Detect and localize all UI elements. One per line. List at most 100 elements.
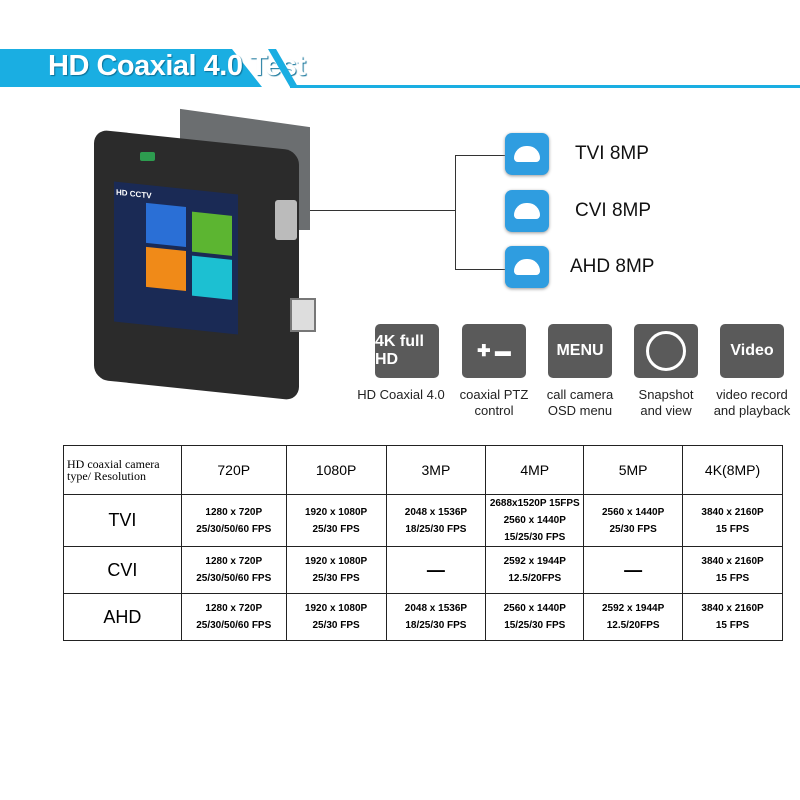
screen-title: HD CCTV <box>116 187 152 201</box>
feature-label-line: Snapshot <box>638 387 694 402</box>
feature-label: video record and playback <box>707 387 797 419</box>
cell-line: 1280 x 720P <box>205 603 263 614</box>
ethernet-port <box>290 298 316 332</box>
cell-line: 25/30/50/60 FPS <box>196 573 272 584</box>
icon-text: MENU <box>556 342 604 359</box>
cell-line: 2688x1520P 15FPS <box>489 498 580 509</box>
feature-label-line: and view <box>640 403 692 418</box>
icon-text: 4K full HD <box>375 333 424 368</box>
cell-line: 2560 x 1440P 15/25/30 FPS <box>503 515 566 543</box>
bullet-camera-icon <box>505 133 549 175</box>
table-row: CVI 1280 x 720P 25/30/50/60 FPS 1920 x 1080… <box>63 546 783 594</box>
screen-tile-ipcamera <box>146 202 186 248</box>
cell-line: 2560 x 1440P <box>601 506 665 518</box>
resolution-table: HD coaxial camera type/ Resolution 720P … <box>63 445 783 641</box>
cell-line: 12.5/20FPS <box>508 573 562 584</box>
table-cell: 1280 x 720P 25/30/50/60 FPS <box>180 494 287 547</box>
camera-type-label: AHD 8MP <box>570 256 655 277</box>
cell-line: 3840 x 2160P <box>701 603 764 614</box>
screen-tile-apps <box>146 246 186 292</box>
table-cell: 1920 x 1080P 25/30 FPS <box>285 494 387 547</box>
cell-line: 1280 x 720P <box>205 556 263 567</box>
column-header: 5MP <box>583 445 684 495</box>
icon-text: Video <box>730 342 774 359</box>
cell-line: 15 FPS <box>715 573 750 584</box>
banner-underline <box>290 85 800 88</box>
cell-line: 25/30 FPS <box>312 573 360 584</box>
cell-line: 25/30/50/60 FPS <box>196 620 272 631</box>
bnc-connector <box>275 200 297 240</box>
camera-type-label: TVI 8MP <box>575 143 649 164</box>
device-screen: HD CCTV <box>114 181 238 335</box>
table-row: TVI 1280 x 720P 25/30/50/60 FPS 1920 x 1080… <box>63 494 783 547</box>
column-header: 3MP <box>385 445 487 495</box>
table-cell: 1920 x 1080P 25/30 FPS <box>285 546 387 594</box>
cell-line: 2592 x 1944P <box>503 556 566 567</box>
cell-line: 15 FPS <box>715 523 750 535</box>
column-header: 4MP <box>485 445 585 495</box>
feature-label-line: call camera <box>546 387 614 402</box>
cell-line: 1920 x 1080P <box>304 506 368 518</box>
video-icon: Video <box>720 324 784 378</box>
table-cell: 2560 x 1440P 25/30 FPS <box>583 494 684 547</box>
row-header: CVI <box>63 546 182 594</box>
feature-label: coaxial PTZ control <box>449 387 539 419</box>
feature-label-line: and playback <box>713 403 791 418</box>
cell-line: 1920 x 1080P <box>304 603 368 614</box>
feature-label-line: coaxial PTZ <box>459 387 529 402</box>
cell-line: 1920 x 1080P <box>304 556 368 567</box>
connector-line <box>310 210 456 211</box>
column-header: 720P <box>180 445 287 495</box>
cell-line: — <box>426 559 445 580</box>
feature-label-line: video record <box>716 387 788 402</box>
cell-line: 25/30/50/60 FPS <box>196 523 272 535</box>
dome-camera-icon <box>505 190 549 232</box>
row-header: AHD <box>63 593 182 641</box>
camera-type-label: CVI 8MP <box>575 200 652 221</box>
cell-line: 2048 x 1536P <box>404 506 468 518</box>
table-cell: 1920 x 1080P 25/30 FPS <box>285 593 387 641</box>
power-button <box>140 152 155 161</box>
cell-line: 15 FPS <box>715 620 750 631</box>
cell-line: 2048 x 1536P <box>404 603 468 614</box>
bracket-line <box>455 155 506 270</box>
table-cell: 2560 x 1440P 15/25/30 FPS <box>485 593 585 641</box>
feature-label: HD Coaxial 4.0 <box>356 387 446 403</box>
snapshot-icon <box>634 324 698 378</box>
cell-line: 18/25/30 FPS <box>405 523 467 535</box>
cell-line: 25/30 FPS <box>312 620 360 631</box>
column-header: 1080P <box>285 445 387 495</box>
table-cell: 3840 x 2160P 15 FPS <box>682 494 783 547</box>
cell-line: 15/25/30 FPS <box>504 620 566 631</box>
table-cell: 1280 x 720P 25/30/50/60 FPS <box>180 546 287 594</box>
cell-line: 12.5/20FPS <box>606 620 660 631</box>
table-cell: — <box>385 546 487 594</box>
feature-label-line: HD Coaxial 4.0 <box>357 387 445 402</box>
table-cell: 3840 x 2160P 15 FPS <box>682 546 783 594</box>
cell-line: — <box>624 559 643 580</box>
screen-tile-cvbs <box>192 211 232 256</box>
cell-line: 2592 x 1944P <box>601 603 665 614</box>
cell-line: 1280 x 720P <box>205 506 263 518</box>
cell-line: 18/25/30 FPS <box>405 620 467 631</box>
cell-line: 25/30 FPS <box>609 523 657 535</box>
table-cell: 3840 x 2160P 15 FPS <box>682 593 783 641</box>
table-cell: — <box>583 546 684 594</box>
menu-icon: MENU <box>548 324 612 378</box>
table-cell: 2688x1520P 15FPS 2560 x 1440P 15/25/30 FP… <box>485 494 585 547</box>
cell-line: 3840 x 2160P <box>701 506 764 518</box>
cell-line: 3840 x 2160P <box>701 556 764 567</box>
table-cell: 2592 x 1944P 12.5/20FPS <box>583 593 684 641</box>
table-cell: 2048 x 1536P 18/25/30 FPS <box>385 593 487 641</box>
cell-line: 25/30 FPS <box>312 523 360 535</box>
4k-hd-icon: 4K full HD <box>375 324 439 378</box>
screen-tile-myapps <box>192 255 232 300</box>
feature-label: call camera OSD menu <box>535 387 625 419</box>
dome-camera-icon <box>505 246 549 288</box>
ptz-icon: ✚ ▬ <box>462 324 526 378</box>
feature-label-line: control <box>474 403 514 418</box>
page-title: HD Coaxial 4.0 Test <box>48 50 306 82</box>
table-row: AHD 1280 x 720P 25/30/50/60 FPS 1920 x 1080… <box>63 593 783 641</box>
table-cell: 2048 x 1536P 18/25/30 FPS <box>385 494 487 547</box>
table-corner-header: HD coaxial camera type/ Resolution <box>63 445 182 495</box>
